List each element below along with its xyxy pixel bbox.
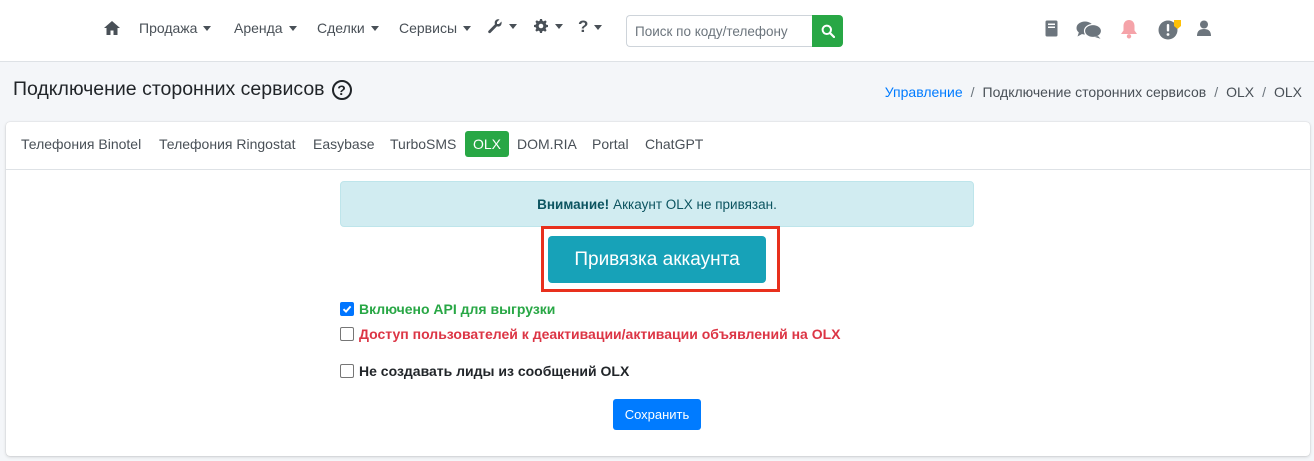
tab-ringostat[interactable]: Телефония Ringostat	[151, 131, 304, 157]
tab-domria[interactable]: DOM.RIA	[509, 131, 585, 157]
tab-portal[interactable]: Portal	[584, 131, 637, 157]
chevron-down-icon	[463, 25, 472, 31]
option-api-export: Включено API для выгрузки	[340, 301, 555, 317]
nav-tools[interactable]	[487, 18, 517, 34]
chevron-down-icon	[288, 25, 297, 31]
nav-help[interactable]: ?	[578, 17, 603, 37]
help-circle-icon[interactable]: ?	[331, 79, 352, 100]
no-leads-checkbox[interactable]	[340, 364, 354, 378]
tab-easybase[interactable]: Easybase	[305, 131, 382, 157]
breadcrumb: Управление / Подключение сторонних сервисо…	[884, 84, 1302, 100]
chevron-down-icon	[370, 25, 379, 31]
api-export-checkbox[interactable]	[340, 302, 354, 316]
page-title: Подключение сторонних сервисов ?	[13, 78, 352, 101]
nav-deals[interactable]: Сделки	[317, 20, 379, 36]
link-account-button[interactable]: Привязка аккаунта	[548, 236, 766, 283]
breadcrumb-root-link[interactable]: Управление	[885, 84, 963, 100]
top-navbar: Продажа Аренда Сделки Сервисы ?	[0, 0, 1314, 62]
chat-icon[interactable]	[1076, 21, 1103, 44]
chevron-down-icon	[203, 25, 212, 31]
no-leads-label[interactable]: Не создавать лиды из сообщений OLX	[359, 363, 629, 379]
book-icon[interactable]	[1045, 20, 1058, 42]
nav-services[interactable]: Сервисы	[399, 20, 472, 36]
wrench-icon	[488, 19, 502, 34]
nav-sales[interactable]: Продажа	[139, 20, 212, 36]
search-group	[626, 15, 843, 47]
api-export-label[interactable]: Включено API для выгрузки	[359, 301, 555, 317]
warning-alert: Внимание! Аккаунт OLX не привязан.	[340, 181, 974, 227]
search-button[interactable]	[812, 15, 843, 47]
service-tabs: Телефония Binotel Телефония Ringostat Ea…	[6, 122, 1310, 170]
chevron-down-icon	[509, 23, 517, 29]
check-icon	[342, 305, 352, 313]
question-icon: ?	[578, 17, 589, 36]
tab-olx[interactable]: OLX	[465, 131, 510, 157]
chevron-down-icon	[555, 23, 563, 29]
services-card: Телефония Binotel Телефония Ringostat Ea…	[6, 122, 1310, 456]
save-button[interactable]: Сохранить	[613, 399, 701, 430]
home-icon[interactable]	[103, 19, 121, 37]
bell-icon[interactable]	[1120, 19, 1138, 44]
option-user-access: Доступ пользователей к деактивации/актив…	[340, 326, 841, 342]
search-input[interactable]	[626, 15, 812, 47]
alert-badge-icon[interactable]	[1158, 19, 1182, 45]
search-icon	[821, 24, 835, 38]
tab-chatgpt[interactable]: ChatGPT	[637, 131, 711, 157]
tab-binotel[interactable]: Телефония Binotel	[13, 131, 149, 157]
gear-icon	[534, 19, 548, 33]
nav-rent[interactable]: Аренда	[234, 20, 297, 36]
option-no-leads: Не создавать лиды из сообщений OLX	[340, 363, 629, 379]
chevron-down-icon	[594, 24, 603, 30]
breadcrumb-item: Подключение сторонних сервисов	[982, 84, 1207, 100]
tab-turbosms[interactable]: TurboSMS	[382, 131, 464, 157]
nav-settings[interactable]	[533, 18, 563, 34]
user-icon[interactable]	[1197, 20, 1211, 41]
breadcrumb-item: OLX	[1226, 84, 1255, 100]
user-access-label[interactable]: Доступ пользователей к деактивации/актив…	[359, 326, 841, 342]
user-access-checkbox[interactable]	[340, 327, 354, 341]
breadcrumb-item: OLX	[1273, 84, 1302, 100]
